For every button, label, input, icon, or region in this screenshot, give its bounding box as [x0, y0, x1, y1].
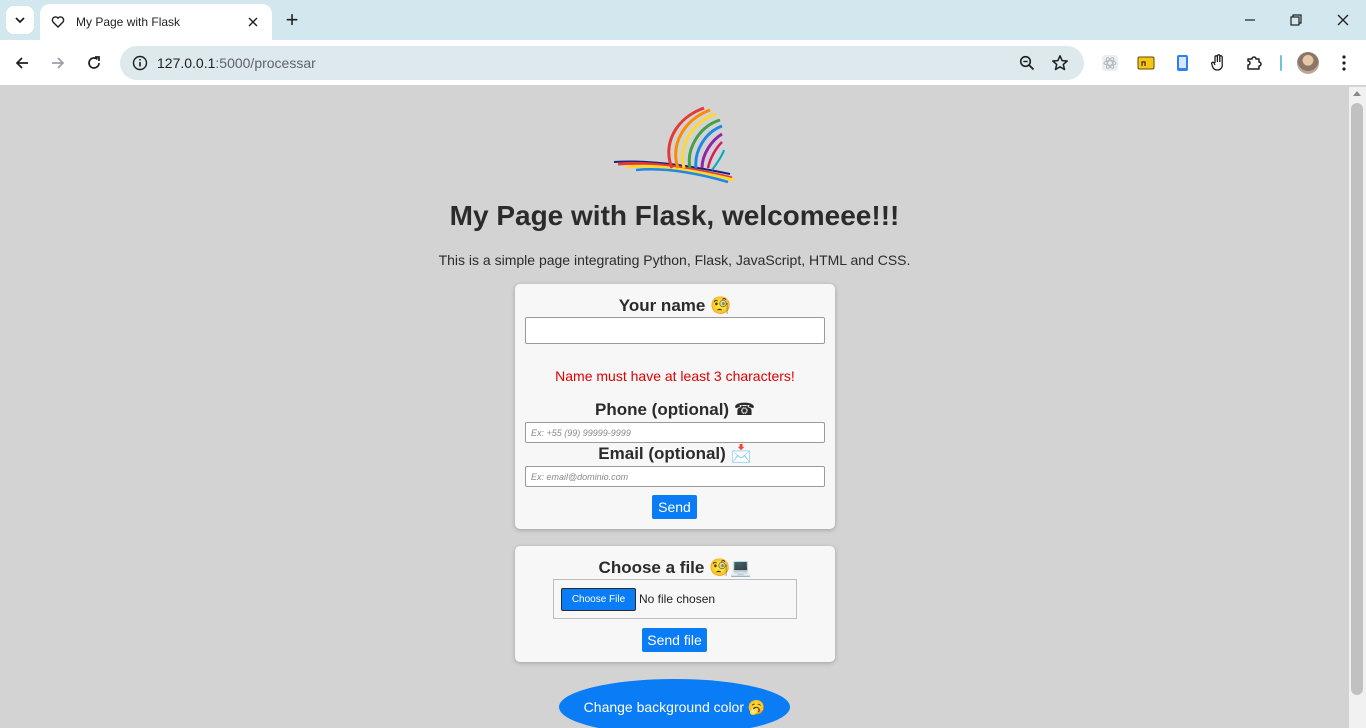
page-title: My Page with Flask, welcomeee!!! — [449, 200, 900, 231]
browser-toolbar: 127.0.0.1:5000/processar — [0, 40, 1366, 86]
site-info-icon[interactable] — [128, 51, 152, 75]
name-error-message: Name must have at least 3 characters! — [555, 368, 795, 384]
tab-active[interactable]: My Page with Flask — [40, 4, 272, 40]
puzzle-extensions-icon[interactable] — [1242, 51, 1266, 75]
name-label: Your name 🧐 — [515, 296, 835, 316]
heart-icon — [50, 14, 66, 30]
toolbar-separator — [1280, 55, 1282, 71]
close-icon — [1337, 14, 1349, 26]
intro-text: This is a simple page integrating Python… — [438, 252, 911, 268]
react-devtools-icon[interactable] — [1098, 51, 1122, 75]
email-label: Email (optional) 📩 — [515, 444, 835, 464]
telephone-icon: ☎ — [733, 400, 755, 419]
contact-form-card: Your name 🧐 Name must have at least 3 ch… — [515, 284, 835, 529]
phone-label-text: Phone (optional) — [594, 400, 730, 419]
send-file-button[interactable]: Send file — [642, 628, 707, 652]
send-button[interactable]: Send — [652, 495, 697, 519]
hand-pointer-icon[interactable] — [1206, 51, 1230, 75]
minimize-button[interactable] — [1234, 6, 1266, 34]
close-window-button[interactable] — [1327, 6, 1359, 34]
page-viewport: My Page with Flask, welcomeee!!! This is… — [0, 87, 1349, 728]
folder-extension-icon[interactable] — [1134, 51, 1158, 75]
bookmark-star-icon[interactable] — [1048, 51, 1072, 75]
email-input[interactable] — [525, 466, 825, 487]
file-upload-card: Choose a file 🧐💻 Choose File No file cho… — [515, 546, 835, 662]
scrollbar-thumb[interactable] — [1351, 103, 1363, 695]
tab-strip: My Page with Flask + — [0, 0, 1366, 40]
file-input[interactable]: Choose File No file chosen — [553, 579, 797, 619]
email-label-text: Email (optional) — [598, 444, 726, 463]
inbox-tray-icon: 📩 — [730, 444, 752, 463]
more-vertical-icon — [1342, 55, 1346, 71]
url-text: 127.0.0.1:5000/processar — [157, 55, 316, 71]
minimize-icon — [1245, 19, 1255, 21]
url-host: 127.0.0.1 — [157, 55, 216, 71]
file-status-text: No file chosen — [639, 592, 716, 606]
choose-file-button[interactable]: Choose File — [561, 588, 636, 611]
name-input[interactable] — [525, 317, 825, 344]
new-tab-button[interactable]: + — [280, 8, 304, 32]
plus-icon: + — [285, 7, 299, 32]
browser-menu-button[interactable] — [1332, 51, 1356, 75]
forward-button[interactable] — [44, 49, 72, 77]
name-label-text: Your name — [618, 296, 706, 315]
profile-avatar[interactable] — [1297, 52, 1319, 74]
address-bar[interactable]: 127.0.0.1:5000/processar — [120, 46, 1084, 80]
restore-icon — [1290, 14, 1302, 26]
tab-title: My Page with Flask — [76, 15, 181, 29]
close-icon[interactable] — [244, 13, 262, 31]
phone-input[interactable] — [525, 422, 825, 443]
phone-extension-icon[interactable] — [1170, 51, 1194, 75]
arrow-left-icon — [15, 57, 28, 69]
scroll-up-arrow-icon[interactable] — [1353, 91, 1361, 96]
reload-icon — [88, 56, 100, 69]
monocle-emoji-icon: 🧐 — [710, 296, 732, 315]
phone-label: Phone (optional) ☎ — [515, 400, 835, 420]
arrow-right-icon — [52, 57, 65, 69]
tab-search-button[interactable] — [6, 6, 34, 34]
vertical-scrollbar[interactable] — [1349, 87, 1366, 728]
choose-file-label-text: Choose a file — [598, 558, 705, 577]
choose-file-label: Choose a file 🧐💻 — [515, 558, 835, 578]
restore-button[interactable] — [1280, 6, 1312, 34]
chevron-down-icon — [15, 17, 25, 24]
monocle-laptop-emoji-icon: 🧐💻 — [709, 558, 752, 577]
url-path: :5000/processar — [215, 55, 316, 71]
reload-button[interactable] — [80, 49, 108, 77]
back-button[interactable] — [8, 49, 36, 77]
rainbow-swirl-logo — [613, 106, 735, 184]
change-background-button[interactable]: Change background color 🥱 — [559, 679, 790, 728]
zoom-icon[interactable] — [1015, 51, 1039, 75]
